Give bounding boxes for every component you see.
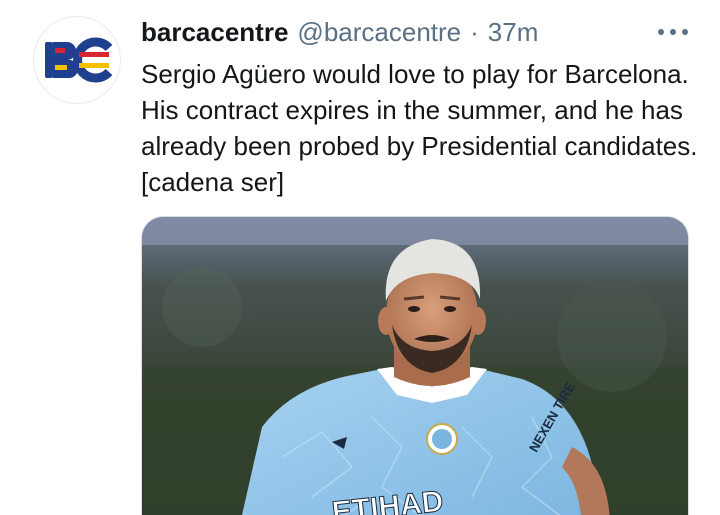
avatar[interactable] — [33, 16, 121, 104]
dot — [670, 29, 676, 35]
tweet-header: barcacentre @barcacentre · 37m — [141, 14, 538, 50]
tweet-media-image[interactable]: ETIHAD NEXEN TIRE — [141, 216, 689, 515]
more-options-icon[interactable] — [658, 22, 688, 42]
tweet-text: Sergio Agüero would love to play for Bar… — [141, 59, 698, 197]
timestamp[interactable]: 37m — [488, 14, 539, 50]
tweet-card[interactable]: barcacentre @barcacentre · 37m Sergio Ag… — [0, 0, 720, 515]
barcacentre-logo-icon — [45, 37, 113, 83]
display-name[interactable]: barcacentre — [141, 14, 288, 50]
dot — [658, 29, 664, 35]
footballer-photo-icon: ETIHAD NEXEN TIRE — [142, 217, 688, 515]
dot — [682, 29, 688, 35]
separator-dot: · — [470, 17, 479, 47]
user-handle[interactable]: @barcacentre — [297, 14, 461, 50]
